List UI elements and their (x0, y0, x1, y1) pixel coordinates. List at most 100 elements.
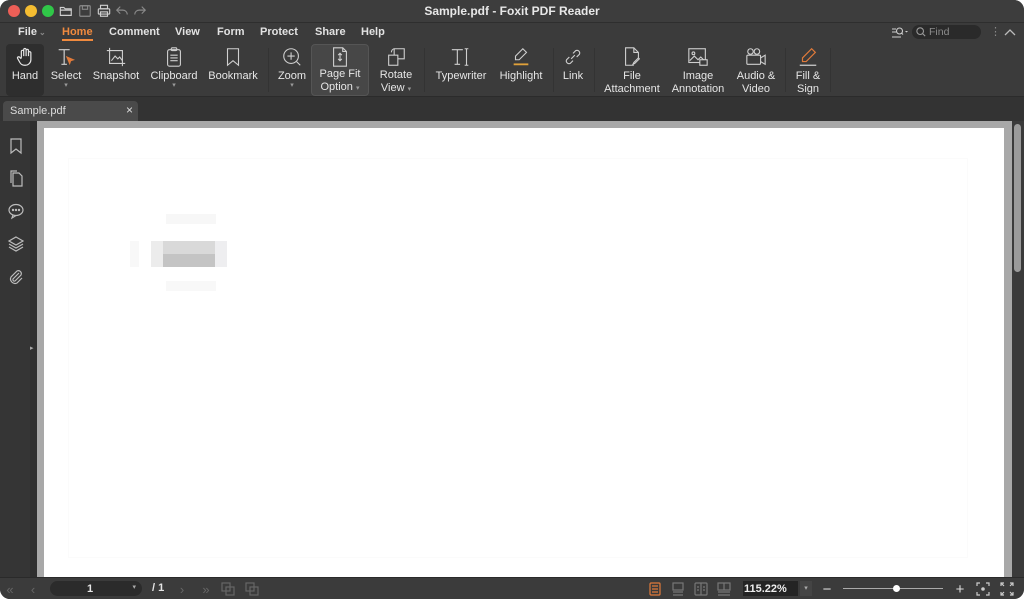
scrollbar-thumb[interactable] (1014, 124, 1021, 272)
audio-video-button[interactable]: Audio & Video (734, 44, 778, 96)
find-box[interactable] (912, 25, 981, 39)
fill-sign-button[interactable]: Fill & Sign (790, 44, 826, 96)
undo-button[interactable] (114, 3, 130, 19)
zoom-in-button[interactable]: + (952, 581, 968, 598)
chevron-down-icon: ▾ (804, 585, 808, 592)
zoom-in-icon (283, 48, 301, 66)
page-fit-option-button[interactable]: Page Fit Option ▾ (311, 44, 369, 96)
close-window-button[interactable] (8, 5, 20, 17)
last-page-button[interactable]: » (198, 581, 214, 597)
bookmarks-panel-button[interactable] (7, 137, 25, 155)
next-view-icon (245, 582, 259, 596)
ribbon-separator (785, 48, 786, 92)
close-tab-icon[interactable]: × (126, 103, 133, 117)
ribbon-separator (424, 48, 425, 92)
clipboard-button[interactable]: Clipboard ▾ (148, 44, 200, 96)
bookmark-button[interactable]: Bookmark (206, 44, 260, 96)
tab-form[interactable]: Form (217, 26, 245, 38)
find-input[interactable] (929, 26, 979, 38)
link-label: Link (562, 70, 584, 82)
tab-help[interactable]: Help (361, 26, 385, 38)
previous-page-button[interactable]: ‹ (25, 581, 41, 597)
next-view-button[interactable] (244, 581, 260, 597)
select-tool-button[interactable]: Select ▾ (48, 44, 84, 96)
minimize-window-button[interactable] (25, 5, 37, 17)
highlight-button[interactable]: Highlight (496, 44, 546, 96)
print-button[interactable] (96, 3, 112, 19)
chevron-down-icon: ▾ (172, 81, 176, 89)
page-number-field[interactable]: ▾ (50, 581, 142, 596)
page-text-blur (163, 241, 215, 254)
rotate-view-icon (388, 47, 405, 66)
zoom-slider-thumb[interactable] (892, 585, 900, 592)
continuous-facing-icon (717, 582, 731, 596)
pages-panel-button[interactable] (7, 169, 25, 187)
facing-view-button[interactable] (693, 581, 709, 597)
zoom-button[interactable]: Zoom ▾ (274, 44, 310, 96)
typewriter-button[interactable]: Typewriter (432, 44, 490, 96)
single-page-view-button[interactable] (647, 581, 663, 597)
document-viewport[interactable] (37, 121, 1012, 580)
attachments-panel-button[interactable] (7, 268, 25, 286)
full-screen-button[interactable] (999, 581, 1015, 597)
document-tab[interactable]: Sample.pdf × (3, 101, 138, 121)
hand-label: Hand (11, 70, 39, 82)
layers-panel-button[interactable] (7, 235, 25, 253)
vertical-scrollbar[interactable] (1012, 121, 1024, 577)
expand-panel-icon[interactable]: ▸ (30, 344, 34, 352)
redo-button[interactable] (132, 3, 148, 19)
maximize-window-button[interactable] (42, 5, 54, 17)
bookmark-icon (226, 48, 240, 67)
chevron-down-icon[interactable]: ▾ (132, 583, 136, 591)
tab-share[interactable]: Share (315, 26, 346, 38)
fit-page-icon (976, 582, 990, 596)
fill-sign-label-line1: Fill & (795, 70, 821, 82)
next-page-button[interactable]: › (174, 581, 190, 597)
search-options-button[interactable] (891, 26, 909, 39)
page-total: / 1 (152, 582, 165, 594)
tab-comment[interactable]: Comment (109, 26, 160, 38)
tab-view[interactable]: View (175, 26, 200, 38)
zoom-out-button[interactable]: − (819, 581, 835, 598)
file-attachment-button[interactable]: File Attachment (600, 44, 664, 96)
ribbon-separator (594, 48, 595, 92)
document-tab-title: Sample.pdf (10, 105, 66, 117)
hand-tool-button[interactable]: Hand (6, 44, 44, 96)
facing-icon (694, 582, 708, 596)
tab-protect[interactable]: Protect (260, 26, 298, 38)
page-number-input[interactable] (50, 581, 130, 596)
zoom-level-field[interactable] (743, 581, 798, 596)
fit-page-button[interactable] (975, 581, 991, 597)
single-page-icon (649, 582, 661, 596)
layers-panel-icon (7, 236, 25, 252)
select-text-icon (58, 49, 76, 66)
comments-panel-button[interactable] (7, 202, 25, 220)
image-annotation-button[interactable]: Image Annotation (668, 44, 728, 96)
link-button[interactable]: Link (558, 44, 588, 96)
fill-sign-icon (799, 47, 817, 66)
first-page-button[interactable]: « (2, 581, 18, 597)
continuous-view-button[interactable] (670, 581, 686, 597)
clipboard-icon (167, 47, 181, 67)
page-fit-label-line2: Option ▾ (321, 81, 360, 96)
menu-file[interactable]: File ⌄ (18, 26, 46, 38)
rotate-view-button[interactable]: Rotate View ▾ (374, 44, 418, 96)
zoom-level-input[interactable] (743, 581, 798, 596)
fill-sign-label-line2: Sign (796, 82, 820, 95)
tab-home[interactable]: Home (62, 26, 93, 41)
open-button[interactable] (58, 3, 74, 19)
file-attachment-label-line1: File (623, 70, 641, 82)
continuous-facing-view-button[interactable] (716, 581, 732, 597)
app-window: Sample.pdf - Foxit PDF Reader File ⌄ Home… (0, 0, 1024, 599)
collapse-ribbon-button[interactable] (1003, 26, 1017, 39)
zoom-slider[interactable] (843, 585, 943, 592)
highlight-label: Highlight (499, 70, 543, 82)
chevron-right-icon: › (179, 581, 185, 597)
previous-view-button[interactable] (220, 581, 236, 597)
more-options-button[interactable]: ⋮ (990, 26, 1001, 39)
zoom-dropdown-button[interactable]: ▾ (800, 581, 812, 596)
save-button[interactable] (77, 3, 93, 19)
search-icon (916, 27, 926, 37)
snapshot-button[interactable]: Snapshot (90, 44, 142, 96)
chevron-down-icon: ⌄ (38, 28, 46, 37)
